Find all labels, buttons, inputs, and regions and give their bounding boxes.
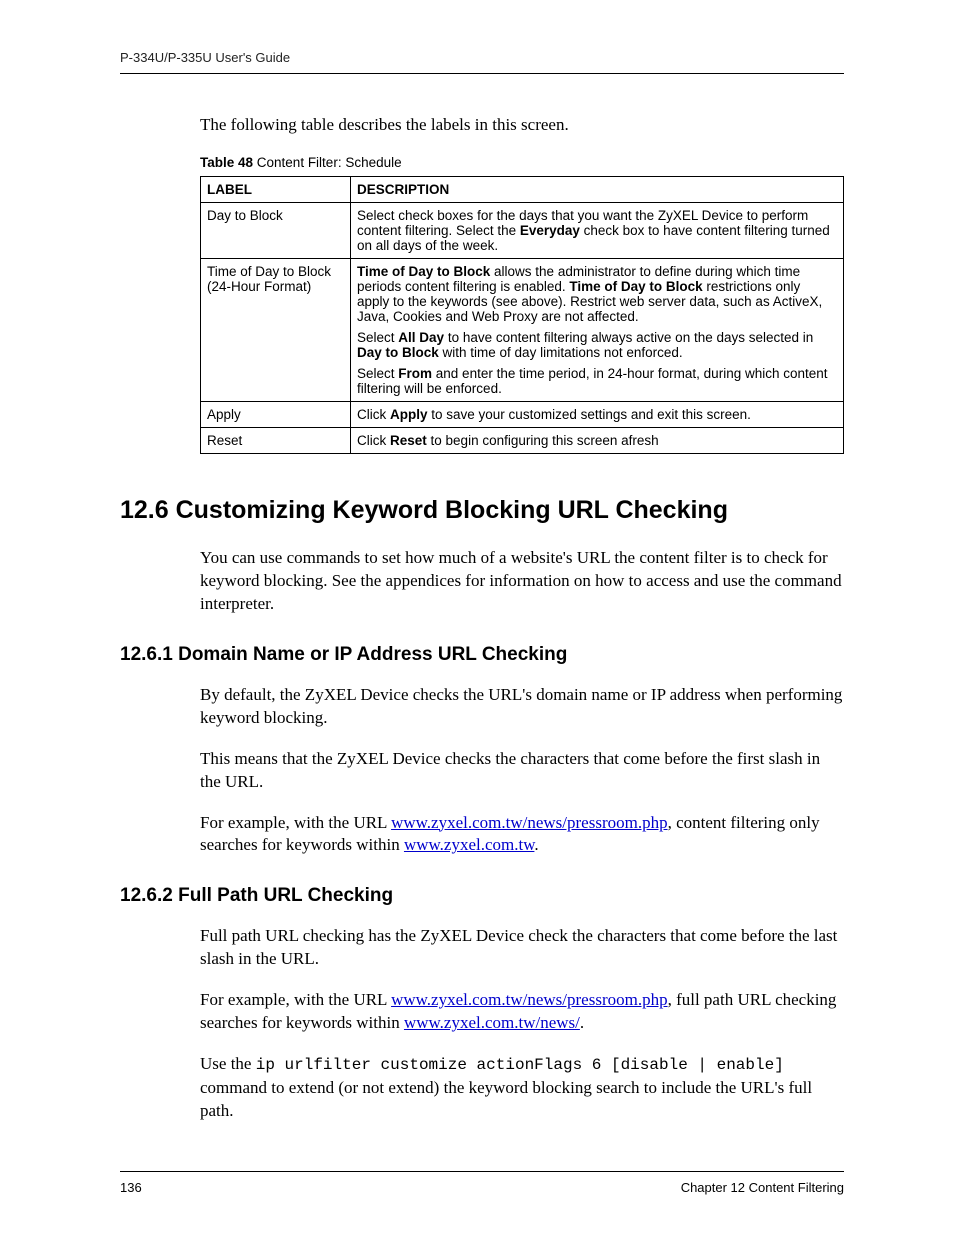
link-domain-path-2[interactable]: www.zyxel.com.tw/news/ [404,1013,580,1032]
intro-paragraph: The following table describes the labels… [200,114,844,137]
command-code: ip urlfilter customize actionFlags 6 [di… [256,1056,784,1074]
link-url-example-2[interactable]: www.zyxel.com.tw/news/pressroom.php [391,990,668,1009]
guide-title: P-334U/P-335U User's Guide [120,50,290,65]
row-desc: Select check boxes for the days that you… [351,202,844,258]
page-number: 136 [120,1180,142,1195]
para: For example, with the URL www.zyxel.com.… [200,989,844,1035]
para: This means that the ZyXEL Device checks … [200,748,844,794]
link-domain-1[interactable]: www.zyxel.com.tw [404,835,534,854]
table-header-row: LABEL DESCRIPTION [201,176,844,202]
row-desc: Click Apply to save your customized sett… [351,401,844,427]
content-filter-schedule-table: LABEL DESCRIPTION Day to Block Select ch… [200,176,844,454]
link-url-example-1[interactable]: www.zyxel.com.tw/news/pressroom.php [391,813,668,832]
subsection-heading-12-6-1: 12.6.1 Domain Name or IP Address URL Che… [120,644,844,666]
row-label: Day to Block [201,202,351,258]
para: Full path URL checking has the ZyXEL Dev… [200,925,844,971]
row-label: Reset [201,427,351,453]
header-description: DESCRIPTION [351,176,844,202]
table-caption: Table 48 Content Filter: Schedule [200,155,844,170]
chapter-label: Chapter 12 Content Filtering [681,1180,844,1195]
table-title: Content Filter: Schedule [253,155,402,170]
table-row: Day to Block Select check boxes for the … [201,202,844,258]
page-header: P-334U/P-335U User's Guide [120,50,844,74]
section-heading-12-6: 12.6 Customizing Keyword Blocking URL Ch… [120,496,844,525]
page-footer: 136 Chapter 12 Content Filtering [120,1171,844,1195]
row-label: Apply [201,401,351,427]
row-desc: Time of Day to Block allows the administ… [351,258,844,401]
table-row: Time of Day to Block (24-Hour Format) Ti… [201,258,844,401]
para: By default, the ZyXEL Device checks the … [200,684,844,730]
section-12-6-para: You can use commands to set how much of … [200,547,844,616]
row-desc: Click Reset to begin configuring this sc… [351,427,844,453]
header-label: LABEL [201,176,351,202]
table-row: Reset Click Reset to begin configuring t… [201,427,844,453]
para: Use the ip urlfilter customize actionFla… [200,1053,844,1122]
para: For example, with the URL www.zyxel.com.… [200,812,844,858]
subsection-heading-12-6-2: 12.6.2 Full Path URL Checking [120,885,844,907]
row-label: Time of Day to Block (24-Hour Format) [201,258,351,401]
table-number: Table 48 [200,155,253,170]
table-row: Apply Click Apply to save your customize… [201,401,844,427]
